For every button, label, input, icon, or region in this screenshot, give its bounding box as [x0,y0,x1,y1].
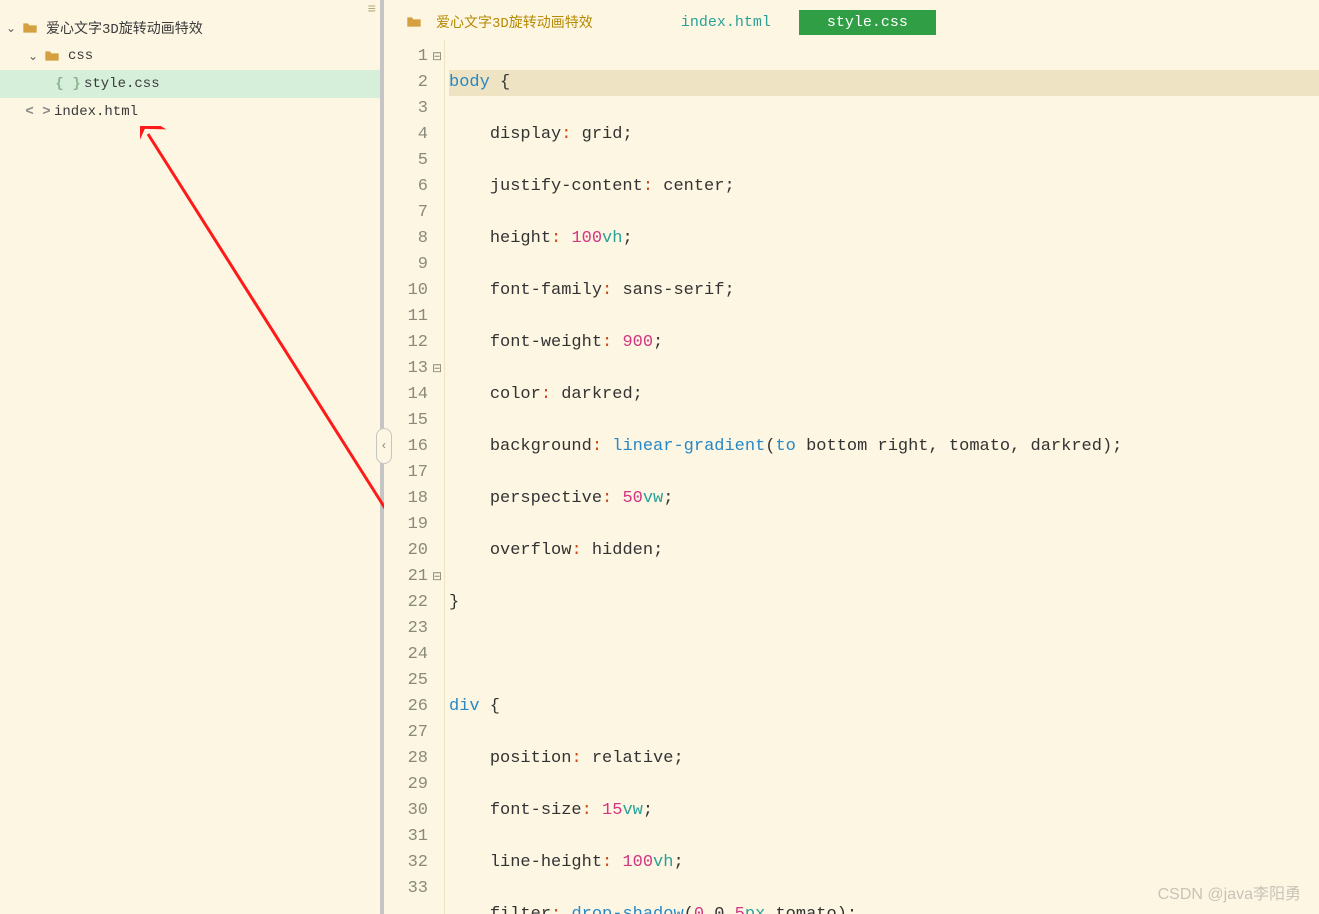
sidebar-collapse-handle[interactable]: ‹ [376,428,392,464]
html-file-icon: < > [28,104,48,120]
tree-folder-css-label: css [68,48,93,64]
tree-file-style-css[interactable]: { } style.css [0,70,380,98]
fold-icon: ⊟ [430,356,444,382]
code-area[interactable]: 123 456 789 101112 131415 161718 192021 … [384,40,1319,914]
file-tree-sidebar: ≡ ⌄ 爱心文字3D旋转动画特效 ⌄ css { } style.css < >… [0,0,384,914]
tab-bar: 爱心文字3D旋转动画特效 index.html style.css [384,0,1319,40]
tree-file-style-label: style.css [84,76,160,92]
editor-pane: 爱心文字3D旋转动画特效 index.html style.css 123 45… [384,0,1319,914]
sidebar-drag-handle[interactable]: ≡ [368,2,374,18]
tree-root-folder[interactable]: ⌄ 爱心文字3D旋转动画特效 [0,14,380,42]
tree-file-index-label: index.html [54,104,138,120]
folder-icon [42,50,62,62]
annotation-arrow [140,126,400,526]
tree-file-index-html[interactable]: < > index.html [0,98,380,126]
code-content[interactable]: body { display: grid; justify-content: c… [444,40,1319,914]
fold-icon: ⊟ [430,564,444,590]
chevron-down-icon: ⌄ [6,21,20,36]
folder-icon [20,22,40,34]
breadcrumb[interactable]: 爱心文字3D旋转动画特效 [404,12,593,32]
chevron-down-icon: ⌄ [28,49,42,64]
tree-root-label: 爱心文字3D旋转动画特效 [46,18,203,38]
tab-style-css[interactable]: style.css [799,10,936,35]
line-number-gutter: 123 456 789 101112 131415 161718 192021 … [384,40,430,914]
css-file-icon: { } [58,76,78,92]
tab-index-html[interactable]: index.html [653,10,799,35]
tree-folder-css[interactable]: ⌄ css [0,42,380,70]
breadcrumb-label: 爱心文字3D旋转动画特效 [436,12,593,32]
fold-icon: ⊟ [430,44,444,70]
fold-gutter[interactable]: ⊟ ⊟ ⊟ [430,40,444,914]
folder-icon [404,16,424,28]
